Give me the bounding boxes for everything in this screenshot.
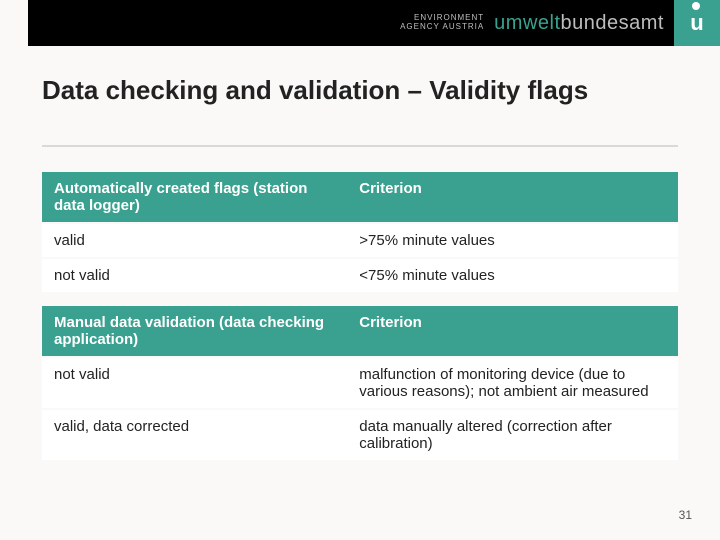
brand-teal: umwelt — [494, 12, 560, 34]
table-cell: valid — [42, 224, 347, 257]
tables-container: Automatically created flags (station dat… — [42, 170, 678, 462]
logo-letter: u — [690, 10, 703, 36]
header-band: ENVIRONMENT AGENCY AUSTRIA umweltbundesa… — [28, 0, 720, 46]
table-cell: data manually altered (correction after … — [347, 410, 678, 460]
logo-box: u — [674, 0, 720, 46]
table-spacer — [42, 294, 678, 304]
agency-label: ENVIRONMENT AGENCY AUSTRIA — [400, 14, 484, 32]
table-cell: not valid — [42, 358, 347, 408]
table-row: not valid <75% minute values — [42, 259, 678, 292]
page-title: Data checking and validation – Validity … — [42, 74, 678, 107]
table-cell: valid, data corrected — [42, 410, 347, 460]
table-header-cell: Manual data validation (data checking ap… — [42, 306, 347, 356]
slide: ENVIRONMENT AGENCY AUSTRIA umweltbundesa… — [0, 0, 720, 540]
table-manual-validation: Manual data validation (data checking ap… — [42, 304, 678, 462]
page-number: 31 — [679, 508, 692, 522]
brand-wordmark: umweltbundesamt — [494, 12, 664, 35]
logo-dot-icon — [692, 2, 700, 10]
table-header-row: Automatically created flags (station dat… — [42, 172, 678, 222]
table-cell: <75% minute values — [347, 259, 678, 292]
table-row: valid >75% minute values — [42, 224, 678, 257]
table-header-cell: Criterion — [347, 306, 678, 356]
table-header-cell: Automatically created flags (station dat… — [42, 172, 347, 222]
table-header-row: Manual data validation (data checking ap… — [42, 306, 678, 356]
table-cell: >75% minute values — [347, 224, 678, 257]
table-row: not valid malfunction of monitoring devi… — [42, 358, 678, 408]
agency-line2: AGENCY AUSTRIA — [400, 23, 484, 32]
table-cell: not valid — [42, 259, 347, 292]
title-underline — [42, 145, 678, 147]
table-row: valid, data corrected data manually alte… — [42, 410, 678, 460]
table-header-cell: Criterion — [347, 172, 678, 222]
table-cell: malfunction of monitoring device (due to… — [347, 358, 678, 408]
brand-grey: bundesamt — [561, 12, 664, 34]
table-auto-flags: Automatically created flags (station dat… — [42, 170, 678, 294]
